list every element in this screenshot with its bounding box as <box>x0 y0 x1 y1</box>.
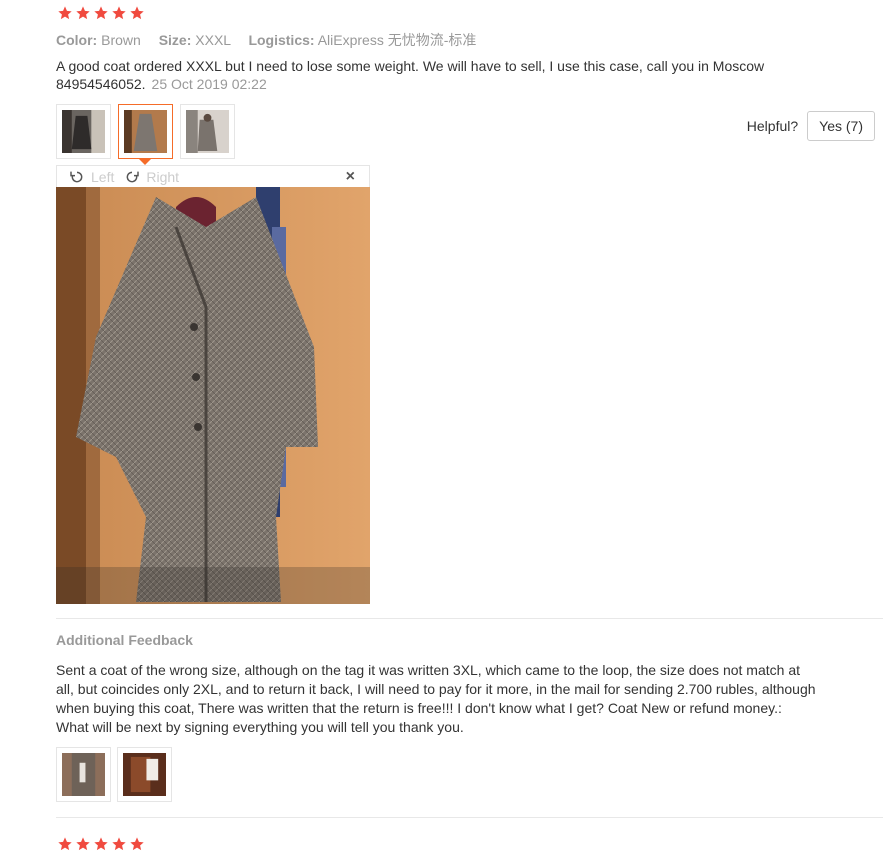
star-icon <box>76 6 90 20</box>
attr-label: Size: <box>158 32 192 48</box>
star-icon <box>58 837 72 851</box>
helpful-section: Helpful? Yes (7) <box>747 111 875 141</box>
rotate-left-label: Left <box>91 168 115 185</box>
photo-thumbnail[interactable] <box>180 104 235 159</box>
helpful-label: Helpful? <box>746 118 799 134</box>
attr-value: XXXL <box>195 32 231 48</box>
photo-image <box>186 110 229 153</box>
rotate-left-button[interactable]: Left <box>69 169 114 185</box>
rating-stars <box>57 5 145 21</box>
photo-thumbnail[interactable] <box>56 747 111 802</box>
viewer-toolbar: Left Right × <box>56 165 370 187</box>
additional-feedback-text: Sent a coat of the wrong size, although … <box>56 662 816 735</box>
attr-logistics: Logistics: AliExpress 无忧物流-标准 <box>248 32 476 48</box>
rotate-left-icon <box>70 171 83 182</box>
close-icon[interactable]: × <box>346 168 355 186</box>
star-icon <box>112 6 126 20</box>
additional-photos <box>56 747 172 802</box>
image-viewer: Left Right × <box>56 165 370 604</box>
photo-thumbnail[interactable] <box>117 747 172 802</box>
additional-feedback-title: Additional Feedback <box>56 632 193 648</box>
rotate-right-icon <box>126 171 140 182</box>
photo-thumbnail-selected[interactable] <box>118 104 173 165</box>
photo-image <box>62 753 105 796</box>
photo-image <box>62 110 105 153</box>
review-text: A good coat ordered XXXL but I need to l… <box>56 57 816 93</box>
review-photos <box>56 104 235 165</box>
photo-thumbnail[interactable] <box>56 104 111 159</box>
order-attributes: Color: Brown Size: XXXL Logistics: AliEx… <box>56 30 490 50</box>
rotate-right-label: Right <box>146 168 180 185</box>
review-date: 25 Oct 2019 02:22 <box>151 76 267 92</box>
attr-size: Size: XXXL <box>159 32 235 48</box>
star-icon <box>94 837 108 851</box>
coat-photo <box>56 187 370 604</box>
attr-label: Logistics: <box>248 32 315 48</box>
star-icon <box>112 837 126 851</box>
attr-color: Color: Brown <box>56 32 145 48</box>
rotate-right-button[interactable]: Right <box>124 169 179 185</box>
attr-label: Color: <box>56 32 98 48</box>
star-icon <box>76 837 90 851</box>
rating-stars <box>57 836 145 852</box>
attr-value: Brown <box>101 32 141 48</box>
star-icon <box>130 837 144 851</box>
star-icon <box>94 6 108 20</box>
helpful-yes-button[interactable]: Yes (7) <box>807 111 875 141</box>
star-icon <box>58 6 72 20</box>
attr-value: AliExpress 无忧物流-标准 <box>317 32 477 48</box>
photo-image <box>123 753 166 796</box>
divider <box>56 817 883 818</box>
star-icon <box>130 6 144 20</box>
divider <box>56 618 883 619</box>
photo-image <box>124 110 167 153</box>
